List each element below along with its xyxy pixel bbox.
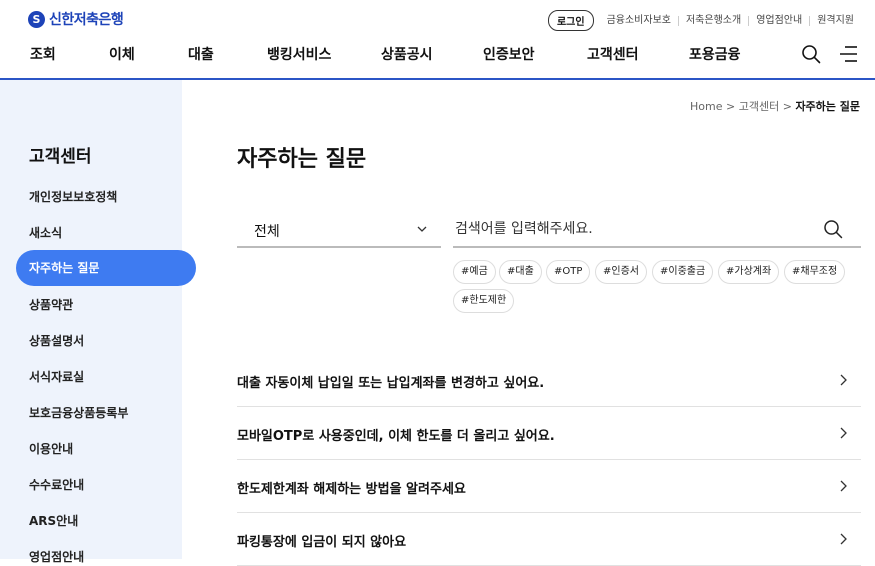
breadcrumb-home[interactable]: Home [690,100,722,113]
gnb-item-inquiry[interactable]: 조회 [30,44,56,64]
tag-otp[interactable]: #OTP [546,260,591,284]
breadcrumb-current: 자주하는 질문 [795,100,860,113]
tag-double-withdrawal[interactable]: #이중출금 [652,260,714,284]
menu-icon[interactable] [839,44,859,64]
chevron-right-icon [840,480,847,492]
chevron-right-icon [840,374,847,386]
faq-question: 모바일OTP로 사용중인데, 이체 한도를 더 올리고 싶어요. [237,429,555,444]
util-link-remote-support[interactable]: 원격지원 [809,15,861,26]
breadcrumb: Home > 고객센터 > 자주하는 질문 [690,98,860,114]
sidebar-item-faq[interactable]: 자주하는 질문 [16,250,196,286]
sidebar-item-news[interactable]: 새소식 [29,224,62,241]
sidebar-item-privacy-policy[interactable]: 개인정보보호정책 [29,188,117,205]
sidebar: 고객센터 개인정보보호정책 새소식 자주하는 질문 상품약관 상품설명서 서식자… [0,80,196,564]
util-link-consumer-protection[interactable]: 금융소비자보호 [600,15,678,26]
tag-deposit[interactable]: #예금 [453,260,496,284]
sidebar-item-forms[interactable]: 서식자료실 [29,368,84,385]
sidebar-item-terms[interactable]: 상품약관 [29,296,73,313]
utility-nav: 로그인 금융소비자보호 저축은행소개 영업점안내 원격지원 [547,10,861,31]
category-select-value: 전체 [254,224,280,240]
breadcrumb-parent[interactable]: 고객센터 [739,100,779,113]
tag-debt-adjustment[interactable]: #채무조정 [784,260,846,284]
chevron-right-icon [840,427,847,439]
gnb-item-loan[interactable]: 대출 [188,44,214,64]
sidebar-item-product-guide[interactable]: 상품설명서 [29,332,84,349]
search-button-icon[interactable] [823,219,843,239]
login-button[interactable]: 로그인 [547,10,594,31]
tag-certificate[interactable]: #인증서 [595,260,647,284]
gnb-item-banking[interactable]: 뱅킹서비스 [267,44,331,64]
faq-item[interactable]: 한도제한계좌 해제하는 방법을 알려주세요 [237,460,861,513]
gnb-item-transfer[interactable]: 이체 [109,44,135,64]
faq-item[interactable]: 파킹통장에 입금이 되지 않아요 [237,513,861,566]
sidebar-title: 고객센터 [29,147,92,167]
sidebar-item-fees[interactable]: 수수료안내 [29,476,84,493]
sidebar-item-branches[interactable]: 영업점안내 [29,548,84,565]
breadcrumb-separator: > [782,100,792,113]
faq-question: 파킹통장에 입금이 되지 않아요 [237,535,407,550]
faq-question: 대출 자동이체 납입일 또는 납입계좌를 변경하고 싶어요. [237,376,545,391]
gnb-item-customer-center[interactable]: 고객센터 [587,44,639,64]
chevron-down-icon [417,226,427,232]
sidebar-item-usage-guide[interactable]: 이용안내 [29,440,73,457]
breadcrumb-separator: > [726,100,736,113]
search-icon[interactable] [801,44,821,64]
brand-logo[interactable]: S 신한저축은행 [28,9,124,29]
util-link-branches[interactable]: 영업점안내 [748,15,809,26]
gnb-item-inclusive-finance[interactable]: 포용금융 [689,44,741,64]
search-input[interactable] [453,216,813,242]
site-header: S 신한저축은행 로그인 금융소비자보호 저축은행소개 영업점안내 원격지원 조… [0,0,875,80]
page-title: 자주하는 질문 [237,147,367,172]
sidebar-item-ars[interactable]: ARS안내 [29,512,78,529]
tag-loan[interactable]: #대출 [499,260,542,284]
tag-virtual-account[interactable]: #가상계좌 [718,260,780,284]
chevron-right-icon [840,533,847,545]
faq-item[interactable]: 모바일OTP로 사용중인데, 이체 한도를 더 올리고 싶어요. [237,407,861,460]
category-select[interactable]: 전체 [237,210,441,248]
faq-item[interactable]: 대출 자동이체 납입일 또는 납입계좌를 변경하고 싶어요. [237,354,861,407]
gnb-item-products[interactable]: 상품공시 [381,44,433,64]
faq-search [453,210,861,248]
faq-question: 한도제한계좌 해제하는 방법을 알려주세요 [237,482,466,497]
brand-name: 신한저축은행 [49,12,124,28]
gnb-item-security[interactable]: 인증보안 [483,44,535,64]
tag-limit-restriction[interactable]: #한도제한 [453,289,515,313]
brand-mark-icon: S [28,10,45,28]
sidebar-item-protected-products[interactable]: 보호금융상품등록부 [29,404,128,421]
util-link-about[interactable]: 저축은행소개 [677,15,748,26]
